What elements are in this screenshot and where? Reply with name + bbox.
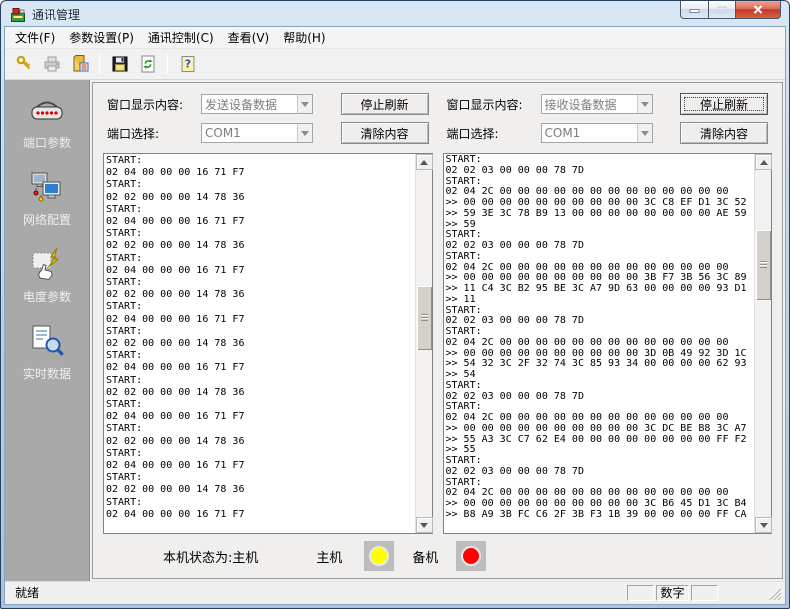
chevron-down-icon[interactable] bbox=[637, 124, 652, 142]
titlebar: 通讯管理 bbox=[4, 1, 786, 26]
main-panel: 窗口显示内容: 发送设备数据 停止刷新 端口选择: COM1 清 bbox=[92, 82, 783, 579]
send-log-text[interactable]: START: 02 04 00 00 00 16 71 F7 START: 02… bbox=[104, 154, 415, 533]
help-icon[interactable]: ? bbox=[175, 52, 200, 77]
svg-text:?: ? bbox=[184, 58, 190, 71]
chevron-down-icon[interactable] bbox=[297, 95, 312, 113]
master-label: 主机 bbox=[316, 547, 342, 566]
receive-log-box: START: 02 02 03 00 00 00 78 7D START: 02… bbox=[443, 153, 773, 534]
app-window: 通讯管理 文件(F) 参数设置(P) 通讯控制(C) 查看(V) 帮助(H) bbox=[0, 0, 790, 609]
display-content-value: 发送设备数据 bbox=[205, 96, 297, 113]
send-panel-controls: 窗口显示内容: 发送设备数据 停止刷新 端口选择: COM1 清 bbox=[107, 93, 429, 144]
receive-panel-controls: 窗口显示内容: 接收设备数据 停止刷新 端口选择: COM1 清 bbox=[447, 93, 769, 144]
machine-status-row: 本机状态为:主机 主机 备机 bbox=[103, 534, 772, 578]
status-ready-text: 就绪 bbox=[8, 584, 627, 601]
send-log-scrollbar[interactable] bbox=[415, 154, 432, 533]
app-icon bbox=[10, 7, 26, 23]
client-area: 文件(F) 参数设置(P) 通讯控制(C) 查看(V) 帮助(H) bbox=[4, 26, 786, 605]
display-content-select[interactable]: 接收设备数据 bbox=[541, 94, 653, 114]
display-content-label: 窗口显示内容: bbox=[447, 96, 541, 113]
menu-comm-control[interactable]: 通讯控制(C) bbox=[141, 27, 221, 49]
sidebar-item-label: 端口参数 bbox=[23, 134, 71, 151]
sidebar-item-port-params[interactable]: 端口参数 bbox=[5, 92, 89, 153]
toolbar-separator bbox=[99, 54, 100, 74]
config-book-icon[interactable] bbox=[67, 52, 92, 77]
clear-content-button[interactable]: 清除内容 bbox=[680, 122, 768, 144]
stop-refresh-button[interactable]: 停止刷新 bbox=[341, 93, 429, 115]
send-data-panel: 窗口显示内容: 发送设备数据 停止刷新 端口选择: COM1 清 bbox=[103, 91, 433, 534]
sidebar-item-label: 实时数据 bbox=[23, 365, 71, 382]
scroll-down-icon[interactable] bbox=[755, 517, 772, 533]
chevron-down-icon[interactable] bbox=[297, 124, 312, 142]
scrollbar-thumb[interactable] bbox=[417, 286, 432, 350]
scroll-up-icon[interactable] bbox=[416, 154, 433, 170]
window-controls bbox=[680, 1, 781, 19]
menu-parameter-settings[interactable]: 参数设置(P) bbox=[62, 27, 141, 49]
port-select-label: 端口选择: bbox=[107, 125, 201, 142]
sidebar-item-energy-params[interactable]: 电度参数 bbox=[5, 244, 89, 307]
window-title: 通讯管理 bbox=[32, 6, 80, 23]
scrollbar-thumb[interactable] bbox=[756, 230, 771, 300]
display-content-value: 接收设备数据 bbox=[545, 96, 637, 113]
save-icon[interactable] bbox=[107, 52, 132, 77]
stop-refresh-button[interactable]: 停止刷新 bbox=[680, 93, 768, 115]
status-pane-scrl bbox=[691, 585, 718, 601]
minimize-button[interactable] bbox=[680, 1, 709, 19]
menu-view[interactable]: 查看(V) bbox=[221, 27, 277, 49]
sidebar-item-realtime-data[interactable]: 实时数据 bbox=[5, 321, 89, 384]
display-content-label: 窗口显示内容: bbox=[107, 96, 201, 113]
backup-lamp bbox=[461, 546, 481, 566]
sidebar-item-label: 网络配置 bbox=[23, 211, 71, 228]
menu-bar: 文件(F) 参数设置(P) 通讯控制(C) 查看(V) 帮助(H) bbox=[5, 27, 785, 49]
status-bar: 就绪 数字 bbox=[5, 581, 785, 604]
clear-content-button[interactable]: 清除内容 bbox=[341, 122, 429, 144]
sidebar-item-network-config[interactable]: 网络配置 bbox=[5, 167, 89, 230]
port-device-icon bbox=[28, 94, 66, 131]
sidebar: 端口参数 网络配置 电度参数 bbox=[5, 80, 90, 581]
backup-label: 备机 bbox=[412, 547, 438, 566]
port-select-value: COM1 bbox=[545, 126, 637, 140]
master-lamp-box bbox=[364, 541, 394, 571]
receive-log-scrollbar[interactable] bbox=[754, 154, 771, 533]
energy-hand-icon bbox=[28, 246, 66, 285]
port-select-label: 端口选择: bbox=[447, 125, 541, 142]
panels-row: 窗口显示内容: 发送设备数据 停止刷新 端口选择: COM1 清 bbox=[103, 91, 772, 534]
workspace: 端口参数 网络配置 电度参数 bbox=[5, 80, 785, 581]
port-select[interactable]: COM1 bbox=[541, 123, 653, 143]
backup-lamp-box bbox=[456, 541, 486, 571]
scroll-down-icon[interactable] bbox=[416, 517, 433, 533]
scroll-up-icon[interactable] bbox=[755, 154, 772, 170]
toolbar-separator bbox=[167, 54, 168, 74]
chevron-down-icon[interactable] bbox=[637, 95, 652, 113]
toolbar: ? bbox=[5, 49, 785, 80]
display-content-select[interactable]: 发送设备数据 bbox=[201, 94, 313, 114]
menu-file[interactable]: 文件(F) bbox=[8, 27, 62, 49]
machine-status-text: 本机状态为:主机 bbox=[163, 547, 258, 566]
sidebar-item-label: 电度参数 bbox=[23, 288, 71, 305]
send-log-box: START: 02 04 00 00 00 16 71 F7 START: 02… bbox=[103, 153, 433, 534]
key-icon[interactable] bbox=[11, 52, 36, 77]
status-pane-num: 数字 bbox=[656, 585, 689, 601]
print-icon[interactable] bbox=[39, 52, 64, 77]
network-computers-icon bbox=[28, 169, 66, 208]
status-pane-cap bbox=[627, 585, 654, 601]
menu-help[interactable]: 帮助(H) bbox=[276, 27, 332, 49]
resize-grip-icon[interactable] bbox=[768, 587, 782, 601]
master-lamp bbox=[369, 546, 389, 566]
close-button[interactable] bbox=[736, 1, 781, 19]
receive-data-panel: 窗口显示内容: 接收设备数据 停止刷新 端口选择: COM1 清 bbox=[443, 91, 773, 534]
port-select[interactable]: COM1 bbox=[201, 123, 313, 143]
port-select-value: COM1 bbox=[205, 126, 297, 140]
maximize-button[interactable] bbox=[709, 1, 736, 19]
refresh-icon[interactable] bbox=[135, 52, 160, 77]
receive-log-text[interactable]: START: 02 02 03 00 00 00 78 7D START: 02… bbox=[444, 154, 755, 533]
realtime-data-search-icon bbox=[28, 323, 66, 362]
